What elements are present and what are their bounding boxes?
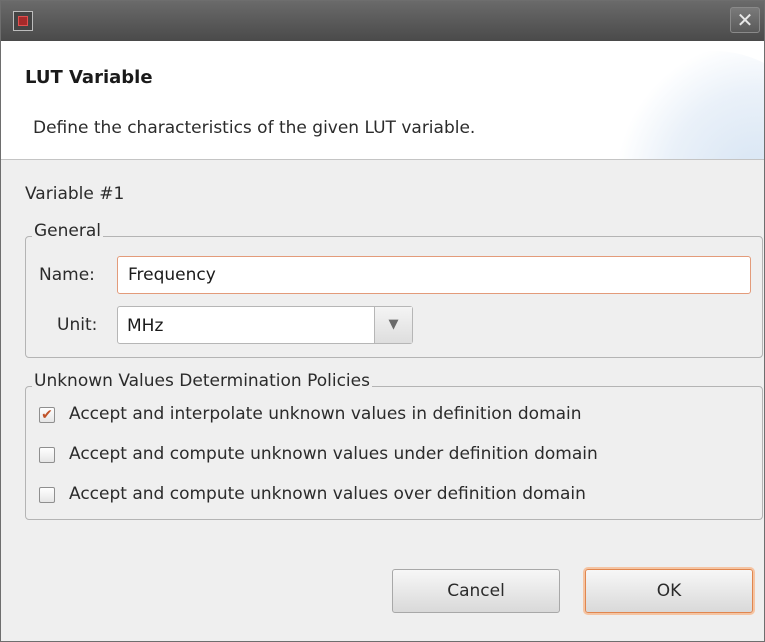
policy-over-checkbox[interactable] bbox=[39, 487, 55, 503]
policy-interpolate-label[interactable]: Accept and interpolate unknown values in… bbox=[69, 404, 582, 424]
close-button[interactable]: ✕ bbox=[730, 7, 760, 33]
dialog-window: ✕ LUT Variable Define the characteristic… bbox=[0, 0, 765, 642]
banner-decoration bbox=[604, 51, 764, 159]
dropdown-arrow-icon[interactable]: ▼ bbox=[374, 307, 412, 343]
dialog-title: LUT Variable bbox=[25, 67, 153, 88]
header-banner: LUT Variable Define the characteristics … bbox=[1, 41, 764, 160]
general-group-legend: General bbox=[32, 221, 103, 241]
policy-interpolate-checkbox[interactable]: ✔ bbox=[39, 407, 55, 423]
policy-under-checkbox[interactable] bbox=[39, 447, 55, 463]
cancel-button[interactable]: Cancel bbox=[392, 569, 560, 613]
unit-label: Unit: bbox=[57, 315, 98, 335]
title-bar[interactable]: ✕ bbox=[1, 1, 764, 41]
name-label: Name: bbox=[39, 265, 95, 285]
policy-under-label[interactable]: Accept and compute unknown values under … bbox=[69, 444, 598, 464]
app-window-icon bbox=[13, 11, 33, 31]
policy-over-label[interactable]: Accept and compute unknown values over d… bbox=[69, 484, 586, 504]
variable-label: Variable #1 bbox=[25, 184, 125, 204]
name-field[interactable] bbox=[117, 256, 751, 294]
dialog-description: Define the characteristics of the given … bbox=[33, 118, 476, 138]
unit-select-value: MHz bbox=[127, 316, 164, 336]
policies-group-legend: Unknown Values Determination Policies bbox=[32, 371, 372, 391]
unit-select[interactable]: MHz ▼ bbox=[117, 306, 413, 344]
ok-button[interactable]: OK bbox=[585, 569, 753, 613]
